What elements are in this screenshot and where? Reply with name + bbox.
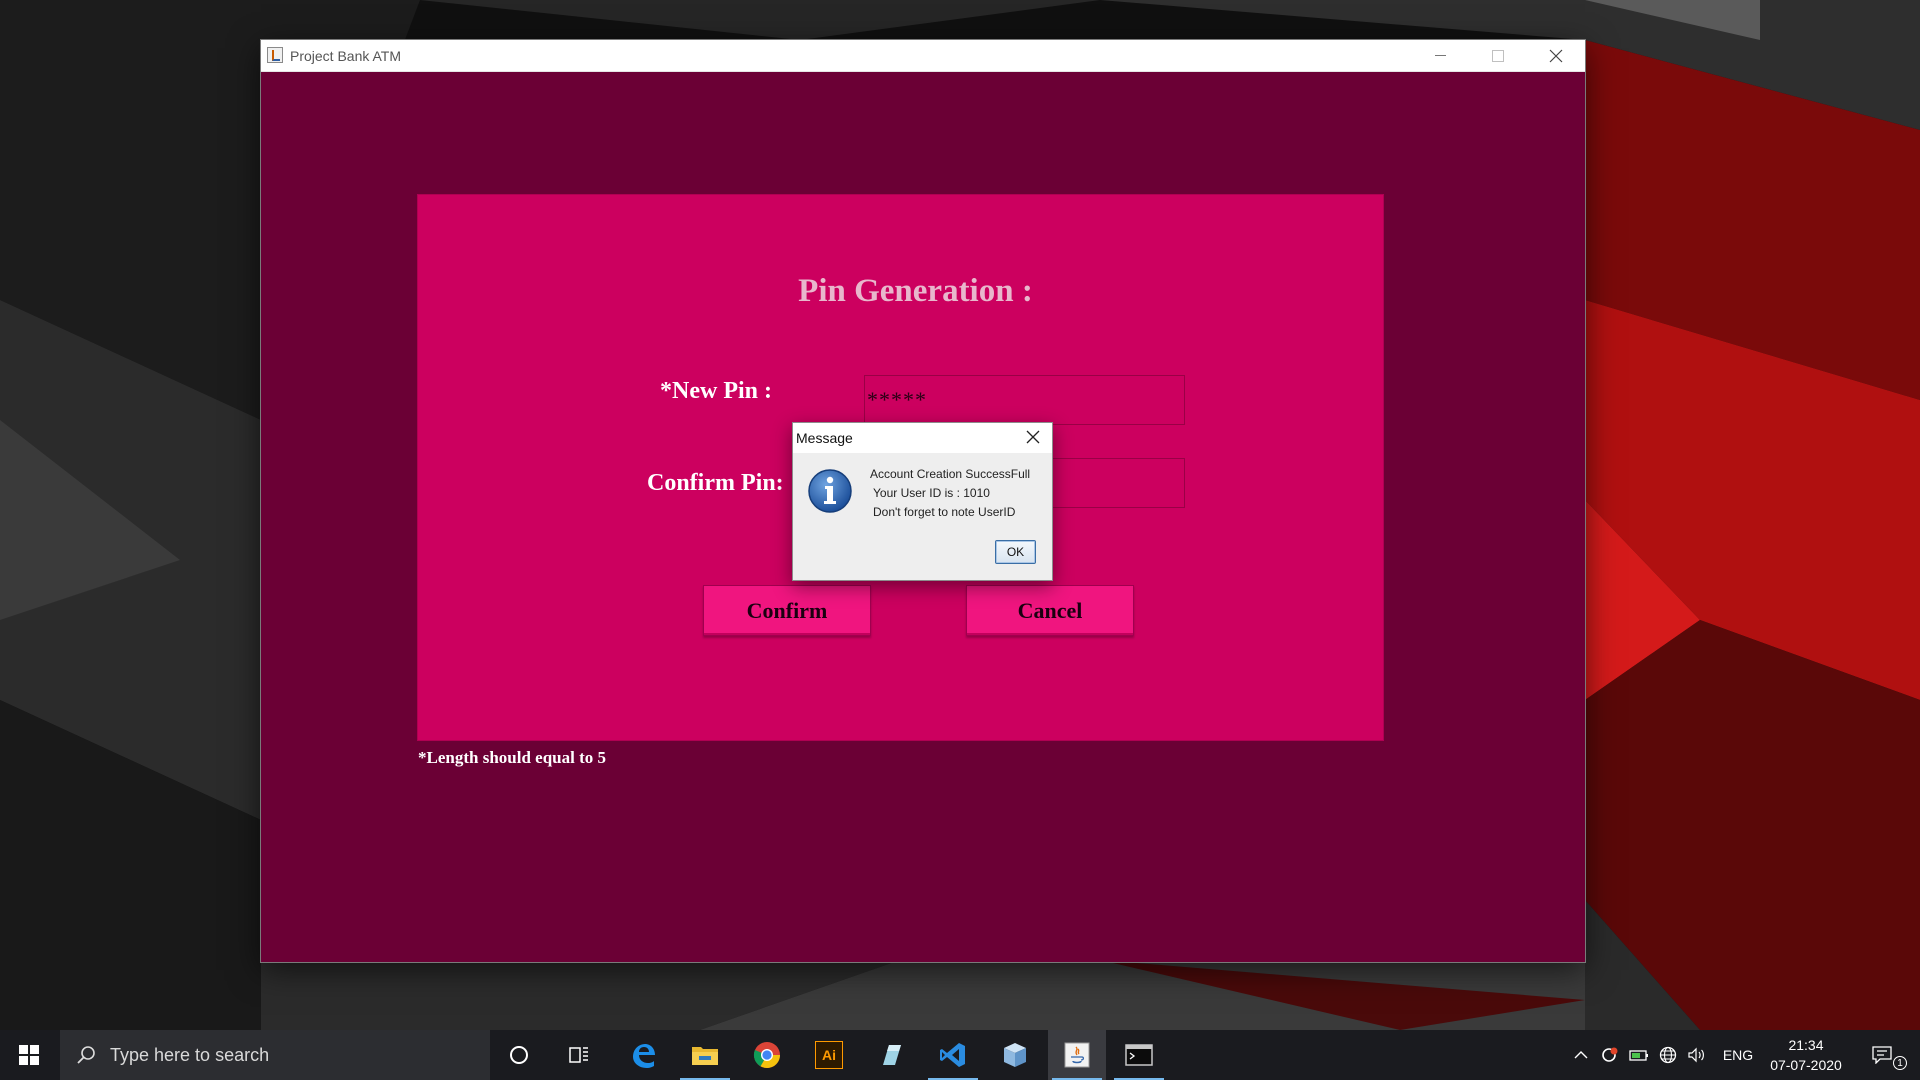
task-view-icon [569, 1047, 588, 1063]
title-bar[interactable]: Project Bank ATM [261, 40, 1585, 72]
terminal-icon [1125, 1044, 1153, 1066]
cortana-button[interactable] [490, 1030, 548, 1080]
taskbar-search-box[interactable]: Type here to search [60, 1030, 490, 1080]
edge-button[interactable] [614, 1030, 672, 1080]
app-button[interactable] [862, 1030, 920, 1080]
chevron-up-icon [1574, 1051, 1588, 1059]
dialog-message-line-2: Your User ID is : 1010 [873, 486, 990, 500]
dialog-close-button[interactable] [1023, 427, 1043, 447]
notification-count-badge: 1 [1893, 1056, 1907, 1070]
pin-length-note: *Length should equal to 5 [418, 748, 606, 767]
illustrator-icon: Ai [815, 1041, 843, 1069]
java-icon [1064, 1042, 1090, 1068]
new-pin-label: *New Pin : [660, 378, 772, 404]
box-icon [1004, 1043, 1026, 1067]
clock-time: 21:34 [1788, 1037, 1824, 1053]
dialog-message-line-1: Account Creation SuccessFull [870, 467, 1031, 481]
clock[interactable]: 21:34 07-07-2020 [1756, 1035, 1856, 1075]
volume-button[interactable] [1684, 1030, 1710, 1080]
confirm-pin-label: Confirm Pin: [647, 470, 784, 496]
app-icon [883, 1045, 901, 1065]
maximize-button[interactable] [1469, 40, 1527, 71]
message-dialog: Message Account Creation SuccessFull You… [792, 422, 1053, 581]
minimize-button[interactable] [1411, 40, 1469, 71]
app-window: Project Bank ATM Pin Generation : *New P… [261, 40, 1585, 962]
cancel-button[interactable]: Cancel [966, 585, 1134, 636]
search-icon [77, 1046, 95, 1064]
window-title: Project Bank ATM [290, 48, 402, 64]
maximize-icon [1492, 49, 1504, 62]
ok-button[interactable]: OK [995, 540, 1036, 564]
action-center-button[interactable] [1862, 1030, 1902, 1080]
page-title: Pin Generation : [798, 273, 1033, 309]
chrome-icon [753, 1042, 781, 1069]
globe-icon [1659, 1046, 1677, 1064]
minimize-icon [1434, 55, 1446, 56]
java-app-icon [267, 47, 283, 63]
close-button[interactable] [1527, 40, 1585, 71]
java-app-button[interactable] [1048, 1030, 1106, 1080]
start-button[interactable] [0, 1030, 58, 1080]
terminal-button[interactable] [1110, 1030, 1168, 1080]
vscode-button[interactable] [924, 1030, 982, 1080]
speaker-icon [1688, 1047, 1704, 1063]
battery-icon [1629, 1050, 1648, 1061]
clock-date: 07-07-2020 [1770, 1057, 1842, 1073]
windows-logo-icon [19, 1045, 39, 1065]
battery-button[interactable] [1626, 1030, 1652, 1080]
close-icon [1549, 49, 1563, 62]
taskbar: Type here to search Ai ENG 21:34 07-07-2… [0, 1030, 1920, 1080]
box-app-button[interactable] [986, 1030, 1044, 1080]
dialog-title: Message [796, 430, 853, 446]
confirm-button[interactable]: Confirm [703, 585, 871, 636]
file-explorer-icon [692, 1047, 718, 1065]
file-explorer-button[interactable] [676, 1030, 734, 1080]
chrome-button[interactable] [738, 1030, 796, 1080]
illustrator-button[interactable]: Ai [800, 1030, 858, 1080]
illustrator-icon-label: Ai [822, 1047, 836, 1063]
info-icon [808, 469, 852, 513]
antivirus-icon [1602, 1047, 1618, 1062]
language-indicator[interactable]: ENG [1714, 1030, 1762, 1080]
tray-app-button[interactable] [1597, 1030, 1623, 1080]
edge-icon [633, 1044, 655, 1068]
network-button[interactable] [1655, 1030, 1681, 1080]
notification-icon [1872, 1046, 1892, 1064]
dialog-body: Account Creation SuccessFull Your User I… [793, 453, 1052, 580]
task-view-button[interactable] [550, 1030, 608, 1080]
close-icon [1026, 430, 1040, 444]
dialog-message-line-3: Don't forget to note UserID [873, 505, 1016, 519]
new-pin-field[interactable]: ***** [864, 375, 1185, 425]
vscode-icon [940, 1043, 965, 1067]
search-placeholder: Type here to search [110, 1045, 270, 1065]
cortana-icon [510, 1046, 528, 1064]
show-hidden-icons-button[interactable] [1568, 1030, 1594, 1080]
language-label: ENG [1722, 1047, 1754, 1063]
